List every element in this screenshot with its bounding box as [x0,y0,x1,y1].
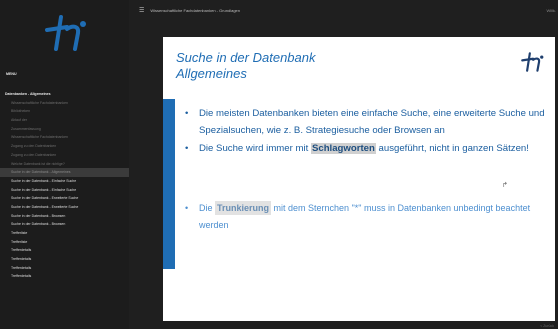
bullet-text: Die meisten Datenbanken bieten eine einf… [199,108,545,137]
bullet-list: • Die meisten Datenbanken bieten eine ei… [185,105,553,157]
slide-title-line1: Suche in der Datenbank [176,50,316,65]
topbar: ☰ Wissenschaftliche Fachdatenbanken - Gr… [129,0,558,20]
sidebar-item[interactable]: Trefferdetails [0,272,129,281]
sidebar-item[interactable]: Zugang zu den Datenbanken [0,142,129,151]
topbar-right-label[interactable]: Willk. [546,8,556,13]
bullet-dot: • [185,142,189,154]
sidebar-item[interactable]: Suche in der Datenbank - Erweiterte Such… [0,194,129,203]
bullet-dot: • [185,108,189,119]
sidebar-item[interactable]: Ablauf der [0,116,129,125]
highlight-keyword: Schlagworten [310,142,376,154]
logo-icon [521,52,544,72]
bullet-item: • Die Trunkierung mit dem Sternchen "*" … [185,200,553,234]
sidebar-section[interactable]: Datenbanken - Allgemeines [0,90,129,99]
sidebar-logo [0,0,129,66]
sidebar: MENU Datenbanken - Allgemeines Wissenscha… [0,0,129,329]
sidebar-item[interactable]: Zusammenfassung [0,125,129,134]
sidebar-item[interactable]: Wissenschaftliche Fachdatenbanken [0,133,129,142]
slide-title-line2: Allgemeines [176,66,247,81]
sidebar-item[interactable]: Wissenschaftliche Fachdatenbanken [0,99,129,108]
sidebar-item[interactable]: Welche Datenbank ist die richtige? [0,160,129,169]
sidebar-item[interactable]: Suche in der Datenbank - Allgemeines [0,168,129,177]
sidebar-item[interactable]: Trefferdetails [0,264,129,273]
sidebar-item[interactable]: Trefferliste [0,229,129,238]
slide: Suche in der Datenbank Allgemeines • Die… [163,37,555,321]
slide-logo [519,51,545,78]
sidebar-item[interactable]: Bibliotheken [0,107,129,116]
accent-bar [163,99,175,269]
sidebar-item[interactable]: Trefferdetails [0,246,129,255]
logo-icon [44,15,86,51]
sidebar-menu: Datenbanken - Allgemeines Wissenschaftlic… [0,90,129,281]
bullet-dot: • [185,203,189,213]
back-link[interactable]: < Zurück [540,324,554,328]
sidebar-item[interactable]: Trefferliste [0,238,129,247]
sidebar-item[interactable]: Trefferdetails [0,255,129,264]
slide-title: Suche in der Datenbank Allgemeines [176,50,315,82]
sidebar-item[interactable]: Suche in der Datenbank - Browsen [0,212,129,221]
bullet-text-pre: Die Suche wird immer mit [199,142,311,154]
sidebar-item[interactable]: Suche in der Datenbank - Erweiterte Such… [0,203,129,212]
course-title: Wissenschaftliche Fachdatenbanken - Grun… [150,7,240,13]
sidebar-item[interactable]: Suche in der Datenbank - Einfache Suche [0,186,129,195]
bullet-text-post: ausgeführt, nicht in ganzen Sätzen! [375,142,529,154]
bullet-text-pre: Die [199,203,216,213]
highlight-keyword: Trunkierung [215,201,272,215]
mouse-cursor-icon: ↱ [502,182,508,189]
menu-label: MENU [6,72,17,76]
bullet-list-2: • Die Trunkierung mit dem Sternchen "*" … [185,200,553,234]
sidebar-item[interactable]: Suche in der Datenbank - Browsen [0,220,129,229]
bullet-item: • Die meisten Datenbanken bieten eine ei… [185,105,553,140]
sidebar-item[interactable]: Suche in der Datenbank - Einfache Suche [0,177,129,186]
sidebar-item[interactable]: Zugang zu den Datenbanken [0,151,129,160]
bullet-item: • Die Suche wird immer mit Schlagworten … [185,140,553,157]
hamburger-icon[interactable]: ☰ [139,7,144,14]
